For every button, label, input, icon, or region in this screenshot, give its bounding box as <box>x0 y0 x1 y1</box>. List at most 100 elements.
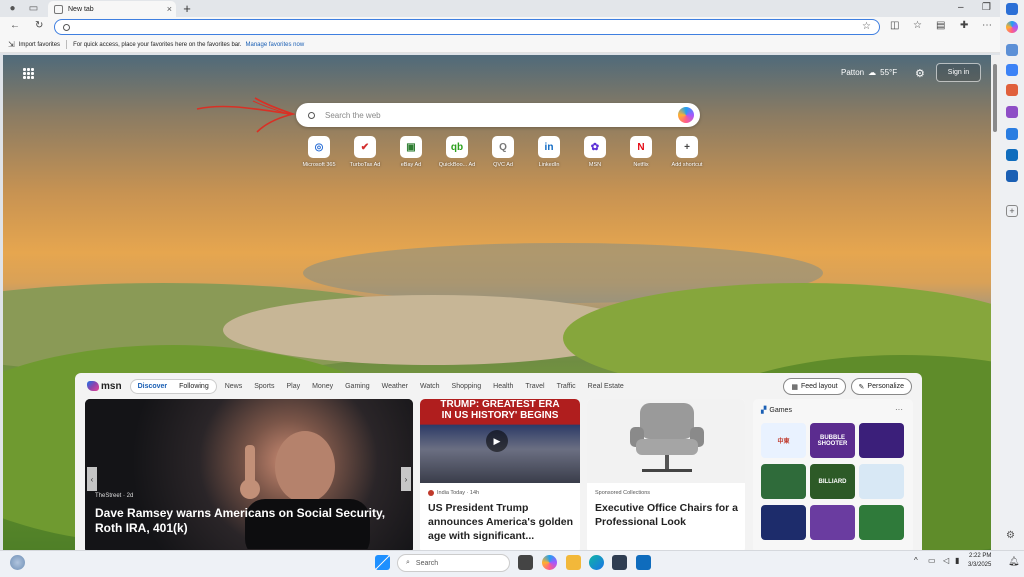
more-menu-icon[interactable]: ⋯ <box>982 20 992 31</box>
game-tile-paper-plane[interactable] <box>859 423 904 458</box>
main-story-card[interactable]: ‹ › TheStreet · 2d Dave Ramsey warns Ame… <box>85 399 413 550</box>
game-tile-candy[interactable] <box>810 505 855 540</box>
shortcut-plus[interactable]: + Add shortcut <box>664 136 710 168</box>
extensions-icon[interactable]: ✚ <box>960 20 968 31</box>
outlook-taskbar-icon[interactable] <box>636 555 651 570</box>
favorite-star-icon[interactable]: ☆ <box>862 21 871 32</box>
shopping-icon[interactable] <box>1006 64 1018 76</box>
taskbar-search[interactable]: ⌕ Search <box>397 554 510 572</box>
shortcut-quickbooks[interactable]: qb QuickBoo... Ad <box>434 136 480 168</box>
category-travel[interactable]: Travel <box>525 383 544 390</box>
play-icon[interactable]: ▶ <box>486 430 508 452</box>
add-sidebar-app-icon[interactable]: + <box>1006 205 1018 217</box>
carousel-prev-icon[interactable]: ‹ <box>87 467 97 491</box>
volume-icon[interactable]: ◁ <box>943 556 949 565</box>
widgets-icon[interactable] <box>10 555 25 570</box>
profile-icon[interactable]: ● <box>6 2 19 15</box>
category-shopping[interactable]: Shopping <box>452 383 482 390</box>
word-icon[interactable] <box>1006 170 1018 182</box>
game-tile-mahjong-tiles[interactable] <box>761 464 806 499</box>
category-real-estate[interactable]: Real Estate <box>588 383 624 390</box>
address-bar[interactable]: ☆ <box>54 19 880 35</box>
category-money[interactable]: Money <box>312 383 333 390</box>
shortcut-microsoft365[interactable]: ◎ Microsoft 365 <box>296 136 342 168</box>
network-icon[interactable]: ▭ <box>928 556 936 565</box>
split-screen-icon[interactable]: ◫ <box>890 20 899 31</box>
workspaces-icon[interactable]: ▭ <box>27 2 40 15</box>
manage-favorites-link[interactable]: Manage favorites now <box>245 42 304 48</box>
notifications-icon[interactable]: 🔔︎ <box>1008 556 1019 567</box>
restore-icon[interactable]: ❐ <box>982 2 991 13</box>
new-tab-button[interactable]: + <box>180 1 194 16</box>
microsoft365-sidebar-icon[interactable] <box>1006 128 1018 140</box>
refresh-icon[interactable]: ↻ <box>35 20 43 31</box>
sponsored-card-chairs[interactable]: Sponsored Collections Executive Office C… <box>587 399 745 550</box>
tab-following[interactable]: Following <box>173 381 215 392</box>
collections-icon[interactable]: ▤ <box>936 20 945 31</box>
carousel-next-icon[interactable]: › <box>401 467 411 491</box>
sign-in-button[interactable]: Sign in <box>936 63 981 82</box>
start-windows-icon[interactable] <box>375 555 390 570</box>
tab-close-icon[interactable]: × <box>167 4 172 14</box>
msn-logo[interactable]: msn <box>87 381 122 392</box>
game-tile-mahjong[interactable]: 中東 <box>761 423 806 458</box>
category-traffic[interactable]: Traffic <box>557 383 576 390</box>
minimize-icon[interactable]: – <box>958 2 964 13</box>
battery-icon[interactable]: ▮ <box>955 556 959 565</box>
category-health[interactable]: Health <box>493 383 513 390</box>
shortcut-turbotax[interactable]: ✔ TurboTax Ad <box>342 136 388 168</box>
web-search-box[interactable]: Search the web <box>296 103 700 127</box>
search-sidebar-icon[interactable] <box>1006 44 1018 56</box>
game-tile-monopoly-man[interactable] <box>859 464 904 499</box>
file-explorer-icon[interactable] <box>566 555 581 570</box>
games-more-icon[interactable]: ··· <box>895 405 903 414</box>
story-headline[interactable]: Executive Office Chairs for a Profession… <box>595 501 741 529</box>
copilot-icon[interactable] <box>678 107 694 123</box>
back-icon[interactable]: ← <box>10 20 20 31</box>
tab-new-tab[interactable]: New tab × <box>48 1 176 17</box>
app-launcher-icon[interactable] <box>23 68 34 79</box>
category-news[interactable]: News <box>225 383 243 390</box>
shortcut-qvc[interactable]: Q QVC Ad <box>480 136 526 168</box>
weather-widget[interactable]: Patton ☁ 55°F <box>841 68 897 77</box>
category-play[interactable]: Play <box>286 383 300 390</box>
edge-browser-icon[interactable] <box>589 555 604 570</box>
category-watch[interactable]: Watch <box>420 383 440 390</box>
feed-layout-button[interactable]: ▦ Feed layout <box>783 378 846 395</box>
import-favorites-link[interactable]: Import favorites <box>19 42 60 48</box>
game-tile-bubble-shooter[interactable]: BUBBLE SHOOTER <box>810 423 855 458</box>
tools-icon[interactable] <box>1006 84 1018 96</box>
copilot-taskbar-icon[interactable] <box>542 555 557 570</box>
game-tile-tetris[interactable] <box>761 505 806 540</box>
search-input[interactable]: Search the web <box>325 111 678 120</box>
story-headline[interactable]: US President Trump announces America's g… <box>428 501 576 543</box>
task-view-icon[interactable] <box>518 555 533 570</box>
games-sidebar-icon[interactable] <box>1006 106 1018 118</box>
page-settings-icon[interactable]: ⚙ <box>915 67 925 80</box>
personalize-button[interactable]: ✎ Personalize <box>850 378 912 395</box>
game-tile-solitaire[interactable] <box>859 505 904 540</box>
taskbar-search-input[interactable]: Search <box>416 560 438 567</box>
taskbar-clock[interactable]: 2:22 PM 3/3/2025 <box>968 552 991 570</box>
category-gaming[interactable]: Gaming <box>345 383 370 390</box>
shortcut-linkedin[interactable]: in LinkedIn <box>526 136 572 168</box>
story-headline[interactable]: Dave Ramsey warns Americans on Social Se… <box>95 506 395 536</box>
shortcut-msn[interactable]: ✿ MSN <box>572 136 618 168</box>
sidebar-toggle-icon[interactable] <box>1006 3 1018 15</box>
tab-discover[interactable]: Discover <box>132 381 174 392</box>
category-weather[interactable]: Weather <box>382 383 408 390</box>
game-tile-billiards[interactable]: BILLIARD <box>810 464 855 499</box>
shortcut-ebay-bag[interactable]: ▣ eBay Ad <box>388 136 434 168</box>
shortcut-netflix[interactable]: N Netflix <box>618 136 664 168</box>
import-favorites-icon[interactable]: ⇲ <box>8 40 15 49</box>
news-card-trump[interactable]: TRUMP: GREATEST ERA IN US HISTORY' BEGIN… <box>420 399 580 550</box>
category-sports[interactable]: Sports <box>254 383 274 390</box>
clock-date: 3/3/2025 <box>968 562 992 568</box>
sidebar-settings-icon[interactable]: ⚙ <box>1006 530 1018 542</box>
copilot-sidebar-icon[interactable] <box>1006 21 1018 33</box>
favorites-icon[interactable]: ☆ <box>913 20 922 31</box>
scrollbar-thumb[interactable] <box>993 64 997 132</box>
store-icon[interactable] <box>612 555 627 570</box>
outlook-icon[interactable] <box>1006 149 1018 161</box>
system-tray-chevron-icon[interactable]: ^ <box>914 556 918 565</box>
